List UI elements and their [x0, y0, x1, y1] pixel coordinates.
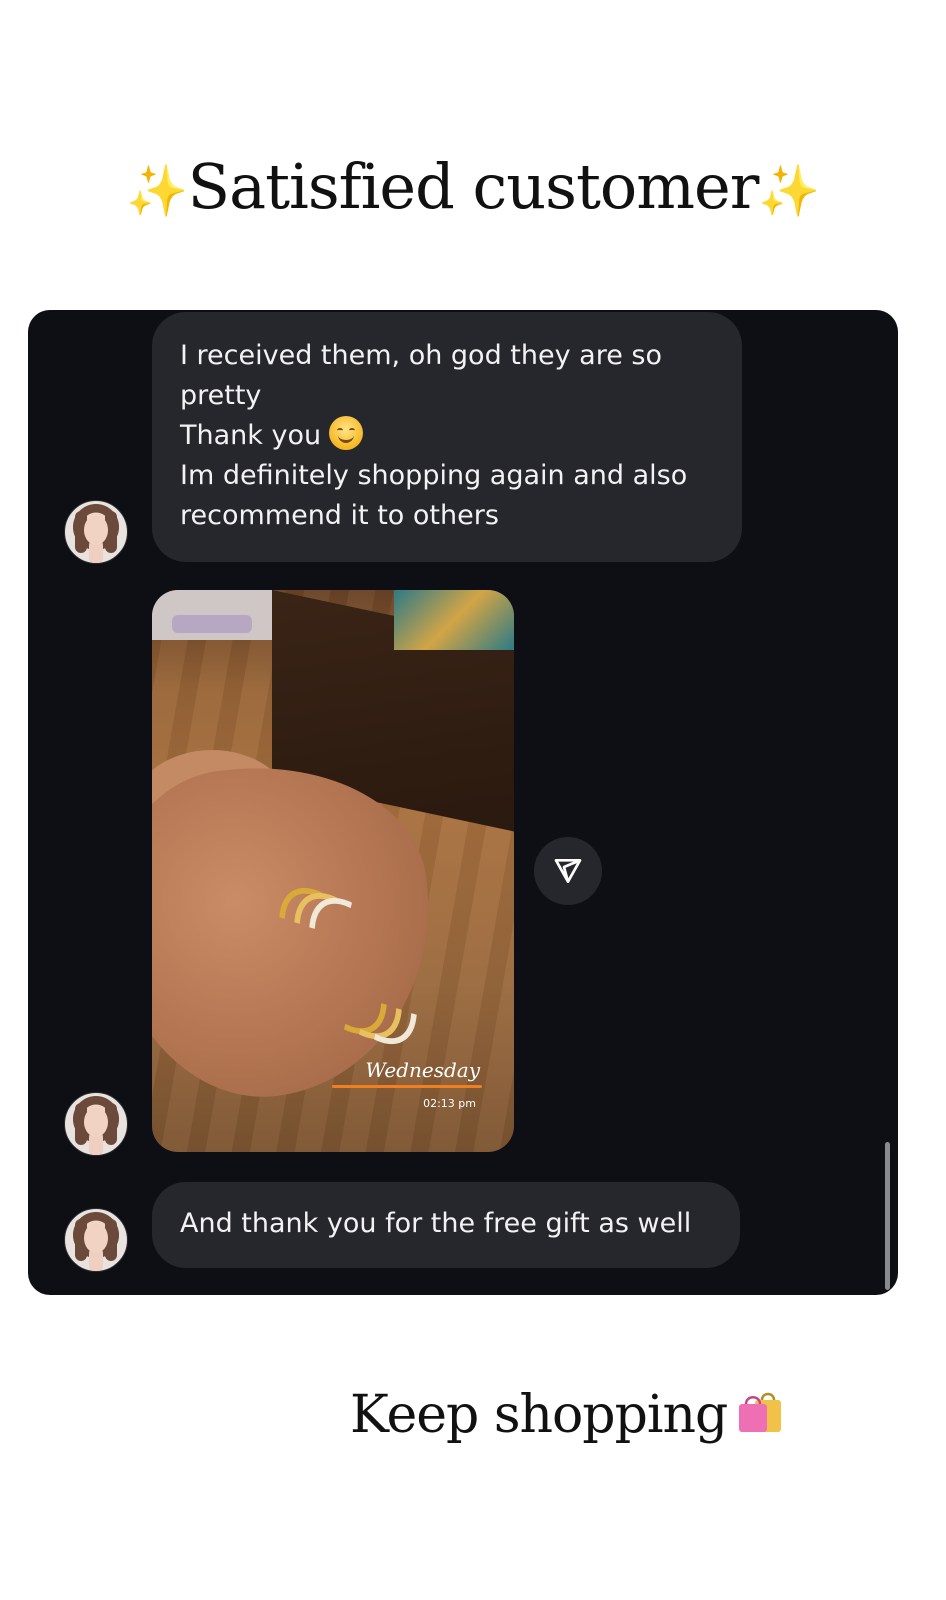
- sparkles-icon: ✨: [758, 162, 820, 220]
- photo-watermark-day: Wednesday: [365, 1058, 480, 1082]
- photo-watermark-time: 02:13 pm: [423, 1097, 476, 1110]
- sparkles-icon: ✨: [126, 162, 188, 220]
- share-icon: [554, 859, 582, 883]
- message-line: Thank you: [180, 420, 322, 451]
- scrollbar[interactable]: [885, 1142, 890, 1290]
- avatar[interactable]: [64, 500, 128, 564]
- photo-watermark-underline: [332, 1085, 482, 1088]
- share-button[interactable]: [534, 837, 602, 905]
- message-line: pretty: [180, 380, 262, 411]
- avatar[interactable]: [64, 1092, 128, 1156]
- avatar[interactable]: [64, 1208, 128, 1272]
- smiling-face-icon: [329, 416, 364, 450]
- message-bubble[interactable]: I received them, oh god they are so pret…: [152, 312, 742, 562]
- message-bubble[interactable]: And thank you for the free gift as well: [152, 1182, 740, 1268]
- chat-screenshot: I received them, oh god they are so pret…: [28, 310, 898, 1295]
- footer: Keep shopping: [350, 1385, 785, 1445]
- shopping-bags-icon: [735, 1387, 785, 1433]
- message-line: Im definitely shopping again and also: [180, 460, 688, 491]
- message-line: I received them, oh god they are so: [180, 340, 663, 371]
- message-line: And thank you for the free gift as well: [180, 1208, 692, 1239]
- headline-text: Satisfied customer: [187, 150, 760, 223]
- message-photo[interactable]: Wednesday 02:13 pm: [152, 590, 514, 1152]
- message-line: recommend it to others: [180, 500, 499, 531]
- footer-text: Keep shopping: [350, 1385, 728, 1445]
- headline: ✨Satisfied customer✨: [0, 150, 946, 223]
